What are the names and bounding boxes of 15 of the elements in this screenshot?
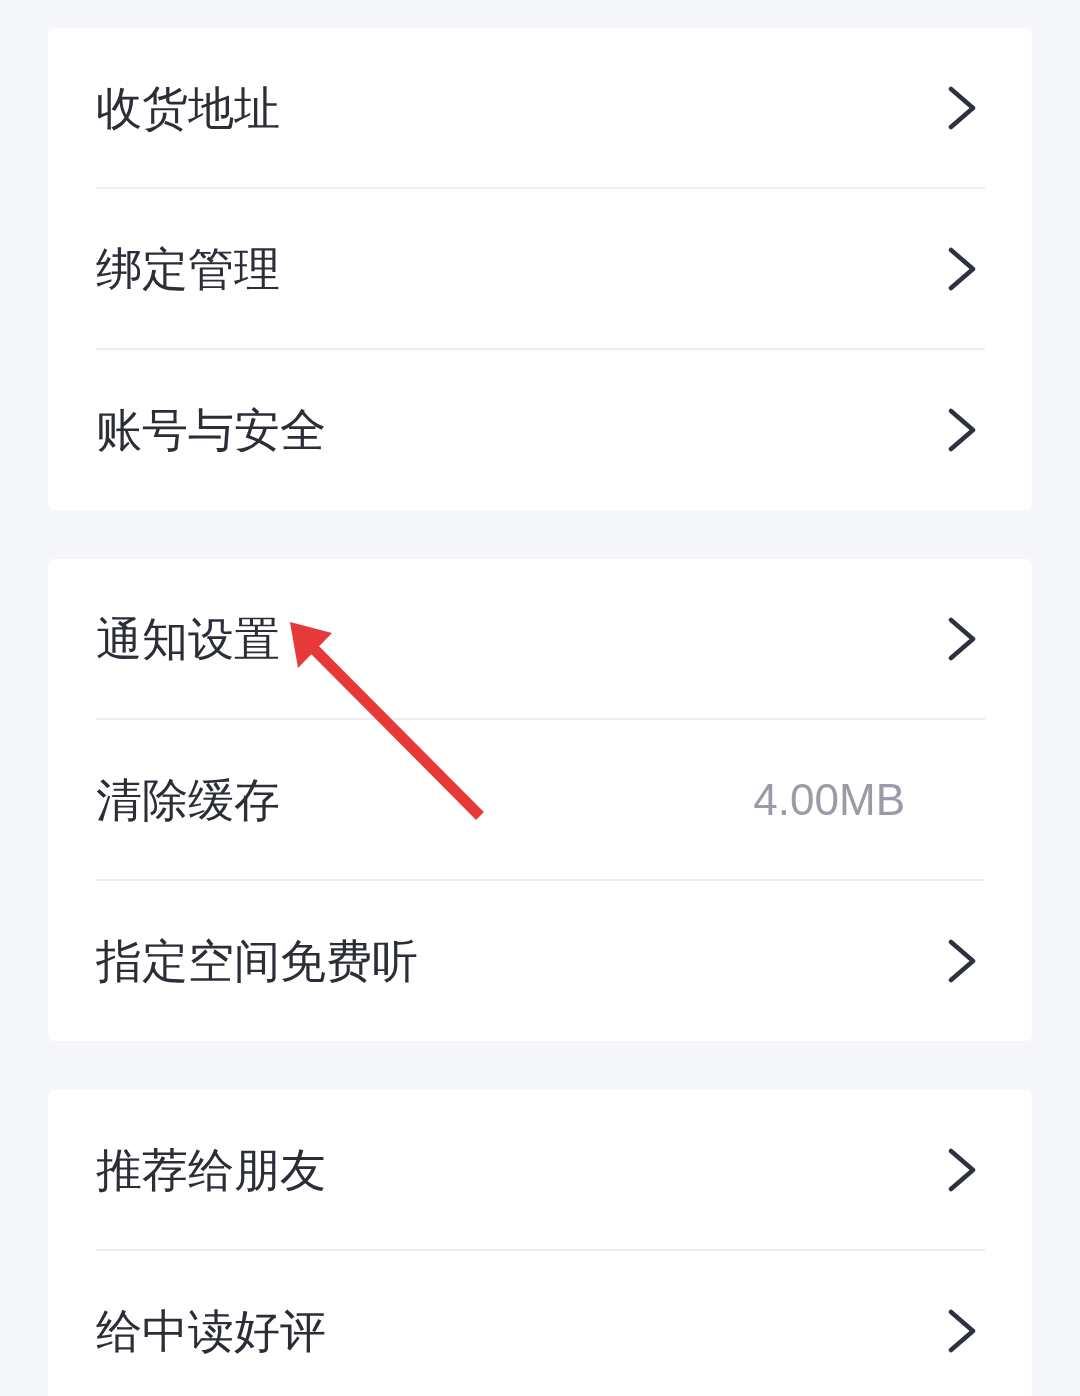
settings-row[interactable]: 账号与安全: [96, 350, 985, 510]
chevron-right-icon: [948, 1309, 976, 1353]
chevron-right-icon: [948, 1147, 976, 1192]
chevron-right-icon: [948, 408, 976, 452]
settings-row[interactable]: 推荐给朋友: [96, 1090, 985, 1251]
settings-row[interactable]: 清除缓存 4.00MB: [96, 720, 985, 881]
chevron-right-icon: [948, 246, 976, 291]
chevron-right-icon: [948, 85, 976, 130]
settings-row[interactable]: 绑定管理: [96, 189, 985, 350]
settings-row[interactable]: 收货地址: [96, 28, 985, 189]
chevron-right-icon: [948, 939, 976, 983]
cache-size: 4.00MB: [753, 777, 905, 822]
settings-row[interactable]: 给中读好评: [96, 1251, 985, 1396]
chevron-right-icon: [948, 616, 976, 661]
settings-row[interactable]: 指定空间免费听: [96, 881, 985, 1041]
